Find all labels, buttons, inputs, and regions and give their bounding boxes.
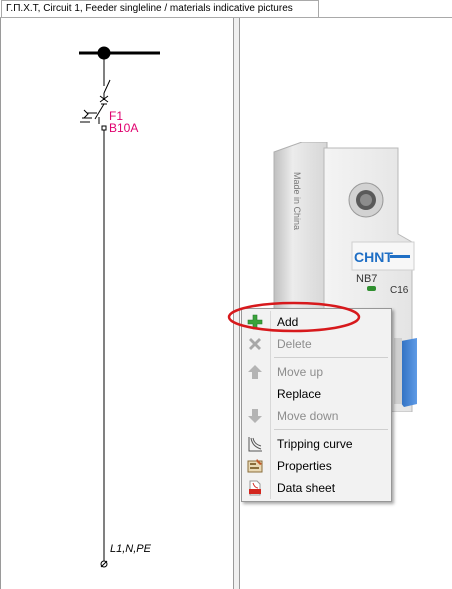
menu-item-label: Delete xyxy=(277,337,312,351)
singleline-diagram xyxy=(79,46,160,568)
menu-item-move-up[interactable]: Move up xyxy=(242,362,391,382)
arrow-down-icon xyxy=(247,408,263,424)
menu-item-label: Move up xyxy=(277,365,324,379)
tab-feeder-singleline[interactable]: Γ.Π.Χ.Τ, Circuit 1, Feeder singleline / … xyxy=(1,0,319,17)
menu-item-label: Data sheet xyxy=(277,481,336,495)
breaker-contact xyxy=(94,103,105,120)
breaker-side-text: Made in China xyxy=(292,172,302,230)
menu-item-add[interactable]: Add xyxy=(242,312,391,332)
output-label: L1,N,PE xyxy=(110,543,151,555)
menu-item-tripping-curve[interactable]: Tripping curve xyxy=(242,434,391,454)
menu-item-label: Replace xyxy=(277,387,322,401)
breaker-terminal xyxy=(101,125,107,131)
menu-item-label: Add xyxy=(277,315,299,329)
menu-item-label: Move down xyxy=(277,409,339,423)
menu-item-data-sheet[interactable]: Data sheet xyxy=(242,478,391,498)
menu-separator xyxy=(274,357,388,358)
menu-item-delete[interactable]: Delete xyxy=(242,334,391,354)
menu-separator xyxy=(274,429,388,430)
feeder-singleline-window: Γ.Π.Χ.Τ, Circuit 1, Feeder singleline / … xyxy=(0,0,452,589)
menu-item-properties[interactable]: Properties xyxy=(242,456,391,476)
breaker-brand-text: CHNT xyxy=(354,249,393,265)
arrow-up-icon xyxy=(247,364,263,380)
menu-item-move-down[interactable]: Move down xyxy=(242,406,391,426)
green-plus-icon xyxy=(247,314,263,330)
tripping-curve-icon xyxy=(247,436,263,452)
menu-item-label: Tripping curve xyxy=(277,437,353,451)
context-menu: Add Delete Move up Replace Move down Tri… xyxy=(241,308,392,502)
menu-item-replace[interactable]: Replace xyxy=(242,384,391,404)
properties-icon xyxy=(247,458,263,474)
breaker-rating-text: C16 xyxy=(390,285,409,296)
breaker-rating: B10A xyxy=(109,121,139,135)
isolator-contact xyxy=(103,79,111,94)
pdf-icon xyxy=(247,480,263,496)
gray-x-icon xyxy=(247,336,263,352)
menu-item-label: Properties xyxy=(277,459,332,473)
breaker-model-text: NB7 xyxy=(356,273,377,285)
